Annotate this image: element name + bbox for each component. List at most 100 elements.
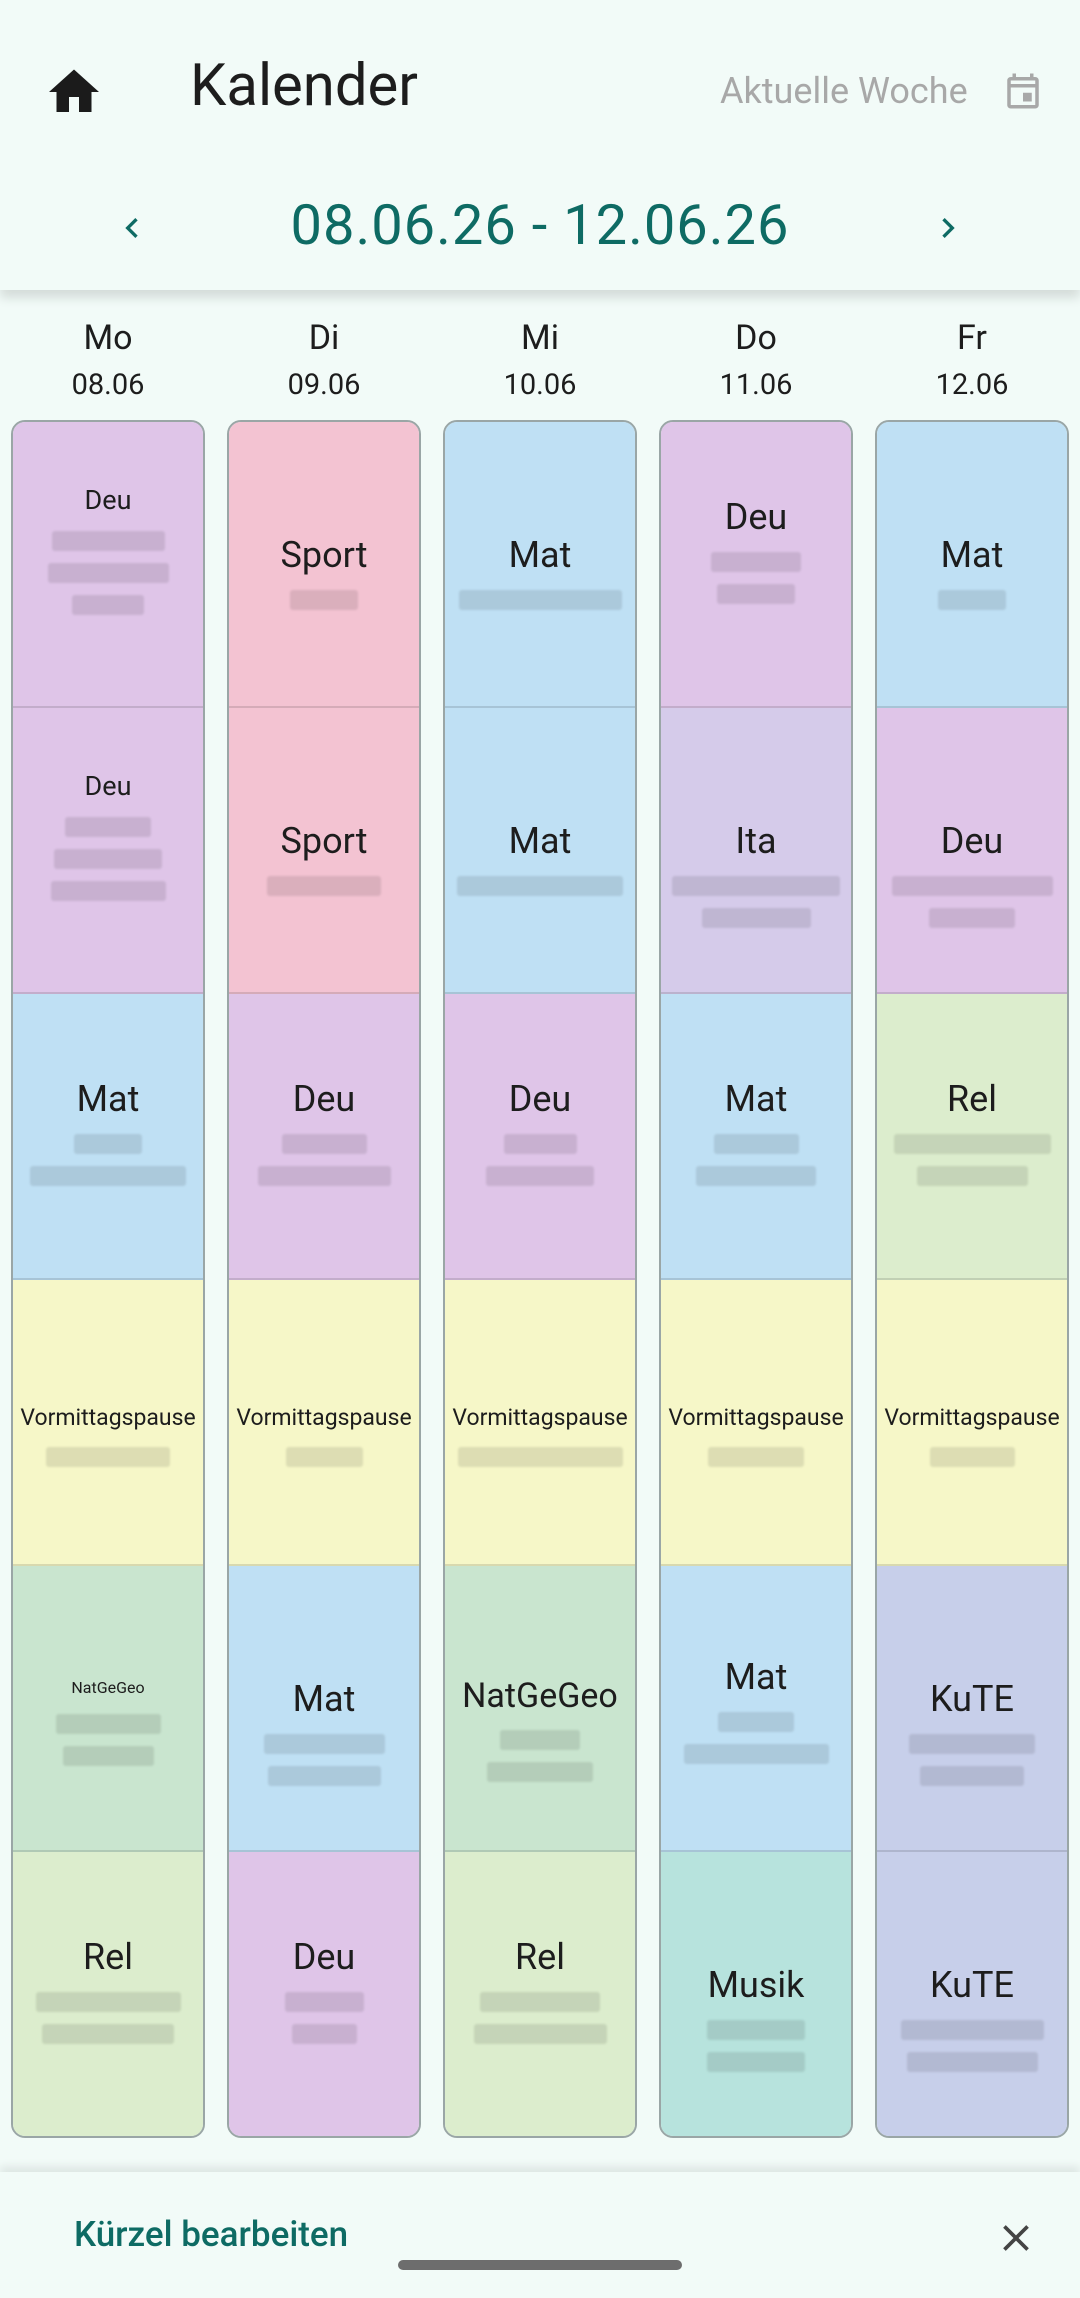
- obscured-detail: [42, 2024, 174, 2044]
- day-header: Mi 10.06: [445, 318, 635, 402]
- obscured-detail: [701, 908, 811, 928]
- obscured-detail: [696, 1166, 816, 1186]
- lesson-subject: Mat: [508, 534, 572, 576]
- lesson-cell[interactable]: Deu: [445, 994, 635, 1280]
- obscured-detail: [707, 2020, 805, 2040]
- lesson-cell[interactable]: Deu: [229, 1852, 419, 2136]
- day-column: Deu Deu Mat Vormittagspause NatGeGeo Rel: [11, 420, 205, 2138]
- lesson-cell[interactable]: Rel: [877, 994, 1067, 1280]
- lesson-subject: KuTE: [930, 1964, 1014, 2006]
- edit-abbreviations-button[interactable]: Kürzel bearbeiten: [74, 2214, 348, 2255]
- obscured-detail: [486, 1166, 594, 1186]
- lesson-cell[interactable]: KuTE: [877, 1566, 1067, 1852]
- obscured-detail: [457, 1447, 623, 1467]
- footer-bar: Kürzel bearbeiten: [0, 2172, 1080, 2298]
- lesson-subject: Rel: [514, 1936, 566, 1978]
- obscured-detail: [257, 1166, 391, 1186]
- lesson-cell[interactable]: Deu: [877, 708, 1067, 994]
- home-icon[interactable]: [44, 62, 104, 122]
- obscured-detail: [717, 584, 795, 604]
- obscured-detail: [487, 1762, 593, 1782]
- obscured-detail: [916, 1166, 1028, 1186]
- lesson-cell[interactable]: Deu: [229, 994, 419, 1280]
- day-column: Mat Mat Deu Vormittagspause NatGeGeo Rel: [443, 420, 637, 2138]
- page-title: Kalender: [190, 52, 418, 120]
- close-icon[interactable]: [994, 2216, 1038, 2260]
- lesson-cell[interactable]: Vormittagspause: [877, 1280, 1067, 1566]
- obscured-detail: [458, 590, 622, 610]
- obscured-detail: [284, 1992, 364, 2012]
- lesson-subject: Vormittagspause: [668, 1404, 844, 1431]
- lesson-subject: Sport: [280, 820, 368, 862]
- lesson-cell[interactable]: Vormittagspause: [661, 1280, 851, 1566]
- lesson-cell[interactable]: Mat: [13, 994, 203, 1280]
- obscured-detail: [267, 1766, 381, 1786]
- lesson-subject: Mat: [724, 1656, 788, 1698]
- calendar-icon[interactable]: [1002, 68, 1044, 114]
- obscured-detail: [920, 1766, 1024, 1786]
- lesson-cell[interactable]: Rel: [13, 1852, 203, 2136]
- obscured-detail: [473, 2024, 607, 2044]
- lesson-cell[interactable]: Deu: [13, 708, 203, 994]
- week-range: 08.06.26 - 12.06.26: [290, 192, 790, 258]
- obscured-detail: [909, 1734, 1035, 1754]
- lesson-subject: Mat: [724, 1078, 788, 1120]
- obscured-detail: [718, 1712, 794, 1732]
- lesson-cell[interactable]: Vormittagspause: [229, 1280, 419, 1566]
- obscured-detail: [480, 1992, 600, 2012]
- day-date: 10.06: [503, 368, 577, 402]
- obscured-detail: [51, 531, 165, 551]
- lesson-cell[interactable]: KuTE: [877, 1852, 1067, 2136]
- lesson-subject: Rel: [82, 1936, 134, 1978]
- obscured-detail: [900, 2020, 1044, 2040]
- obscured-detail: [46, 1447, 170, 1467]
- lesson-cell[interactable]: Deu: [661, 422, 851, 708]
- gesture-handle: [398, 2260, 682, 2270]
- lesson-cell[interactable]: Musik: [661, 1852, 851, 2136]
- obscured-detail: [35, 1992, 181, 2012]
- lesson-cell[interactable]: Mat: [445, 708, 635, 994]
- obscured-detail: [672, 876, 840, 896]
- lesson-cell[interactable]: Mat: [661, 994, 851, 1280]
- lesson-cell[interactable]: Sport: [229, 422, 419, 708]
- day-header: Do 11.06: [661, 318, 851, 402]
- lesson-cell[interactable]: Rel: [445, 1852, 635, 2136]
- obscured-detail: [711, 552, 801, 572]
- lesson-subject: Mat: [76, 1078, 140, 1120]
- lesson-subject: Deu: [84, 484, 132, 516]
- obscured-detail: [55, 1714, 161, 1734]
- lesson-cell[interactable]: Mat: [661, 1566, 851, 1852]
- lesson-cell[interactable]: NatGeGeo: [445, 1566, 635, 1852]
- obscured-detail: [938, 590, 1006, 610]
- day-column: Mat Deu Rel Vormittagspause KuTE KuTE: [875, 420, 1069, 2138]
- lesson-cell[interactable]: Mat: [229, 1566, 419, 1852]
- obscured-detail: [291, 2024, 357, 2044]
- lesson-subject: Vormittagspause: [236, 1404, 412, 1431]
- day-date: 08.06: [71, 368, 145, 402]
- lesson-cell[interactable]: Mat: [445, 422, 635, 708]
- lesson-cell[interactable]: Vormittagspause: [445, 1280, 635, 1566]
- obscured-detail: [30, 1166, 186, 1186]
- lesson-subject: Vormittagspause: [884, 1404, 1060, 1431]
- lesson-cell[interactable]: Ita: [661, 708, 851, 994]
- lesson-subject: Mat: [508, 820, 572, 862]
- day-header: Di 09.06: [229, 318, 419, 402]
- obscured-detail: [285, 1447, 363, 1467]
- lesson-cell[interactable]: NatGeGeo: [13, 1566, 203, 1852]
- lesson-cell[interactable]: Mat: [877, 422, 1067, 708]
- chevron-right-icon[interactable]: [928, 200, 968, 256]
- lesson-subject: Deu: [84, 770, 132, 802]
- obscured-detail: [65, 817, 151, 837]
- lesson-cell[interactable]: Sport: [229, 708, 419, 994]
- current-week-button[interactable]: Aktuelle Woche: [720, 70, 968, 112]
- lesson-subject: Deu: [724, 496, 788, 538]
- app-header: Kalender Aktuelle Woche 08.06.26 - 12.06…: [0, 0, 1080, 290]
- day-column: Deu Ita Mat Vormittagspause Mat Musik: [659, 420, 853, 2138]
- lesson-subject: Mat: [292, 1678, 356, 1720]
- obscured-detail: [503, 1134, 577, 1154]
- day-header: Mo 08.06: [13, 318, 203, 402]
- lesson-cell[interactable]: Deu: [13, 422, 203, 708]
- obscured-detail: [929, 1447, 1015, 1467]
- lesson-cell[interactable]: Vormittagspause: [13, 1280, 203, 1566]
- lesson-subject: Musik: [707, 1964, 805, 2006]
